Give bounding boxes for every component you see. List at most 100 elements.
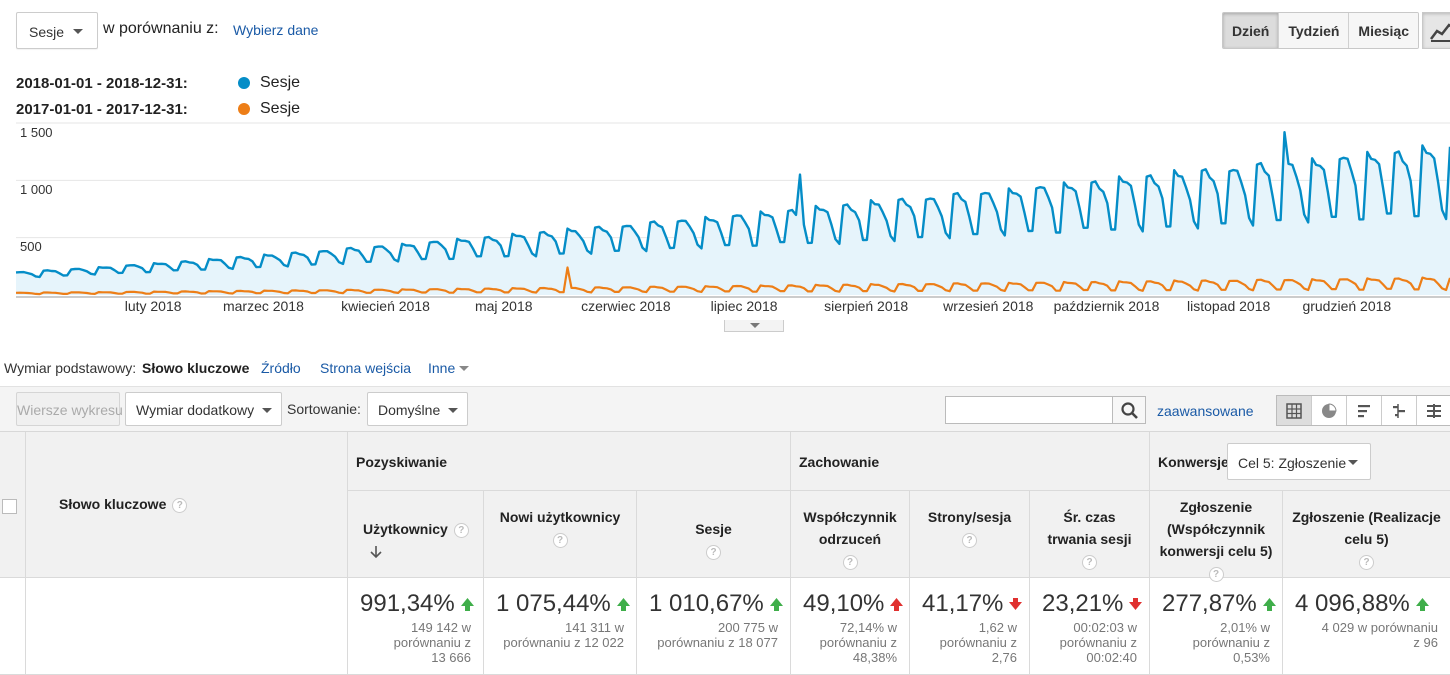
column-header-label: Strony/sesja (927, 509, 1012, 525)
help-icon[interactable]: ? (172, 497, 188, 513)
table-toolbar: Wiersze wykresu Wymiar dodatkowy Sortowa… (0, 386, 1450, 432)
comparison-detail-line: z 96 (1413, 635, 1438, 650)
table-view-icon (1286, 402, 1302, 419)
table-search-input[interactable] (945, 396, 1113, 424)
dimension-keyword[interactable]: Słowo kluczowe (142, 360, 249, 376)
comparison-detail: 2,01% w porównaniu z 0,53% (1193, 620, 1270, 665)
chart-type-button[interactable] (1422, 12, 1450, 49)
compare-label: w porównaniu z: (103, 20, 219, 37)
help-icon[interactable]: ? (1359, 554, 1374, 570)
column-header-new-users[interactable]: Nowi użytkownicy? (484, 491, 637, 578)
chevron-down-icon (459, 366, 470, 371)
comparison-detail-line: porównaniu z 18 077 (657, 635, 778, 650)
period-month-button[interactable]: Miesiąc (1349, 13, 1419, 48)
sort-arrow-down-icon[interactable] (369, 545, 383, 559)
comparison-detail: 141 311 w porównaniu z 12 022 (503, 620, 624, 650)
column-header-goal5-completions[interactable]: Zgłoszenie (Realizacje celu 5)? (1283, 491, 1450, 578)
conversion-goal-select[interactable]: Cel 5: Zgłoszenie (1227, 443, 1371, 480)
change-percent: 23,21% (1042, 590, 1143, 618)
table-view-button[interactable] (1277, 396, 1312, 425)
pivot-view-button[interactable] (1417, 396, 1450, 425)
behavior-group-header: Zachowanie (791, 432, 1150, 491)
arrow-down-icon (1009, 598, 1023, 611)
period-week-button[interactable]: Tydzień (1279, 13, 1350, 48)
y-tick-500: 500 (20, 239, 42, 254)
legend-item-2018[interactable]: 2018-01-01 - 2018-12-31: Sesje (16, 70, 300, 96)
period-day-button[interactable]: Dzień (1223, 13, 1280, 48)
help-icon[interactable]: ? (1082, 554, 1097, 570)
legend-range: 2017-01-01 - 2017-12-31: (16, 100, 188, 118)
sessions-chart: 1 500 1 000 500 luty 2018 marzec 2018 kwie… (0, 118, 1450, 333)
column-header-title: Strony/sesja? (910, 506, 1029, 550)
help-icon[interactable]: ? (552, 532, 568, 548)
column-header-avg-session-duration[interactable]: Śr. czas trwania sesji? (1030, 491, 1150, 578)
legend-name: Sesje (260, 74, 301, 91)
help-icon[interactable]: ? (706, 544, 721, 560)
chart-legend: 2018-01-01 - 2018-12-31: Sesje 2017-01-0… (16, 70, 300, 122)
arrow-up-icon (460, 598, 474, 612)
advanced-filter-link[interactable]: zaawansowane (1157, 403, 1254, 419)
column-header-sessions[interactable]: Sesje? (637, 491, 791, 578)
comparison-view-icon (1393, 403, 1405, 418)
column-header-goal5-conversion-rate[interactable]: Zgłoszenie (Współczynnik konwersji celu … (1150, 491, 1283, 582)
change-percent: 1 075,44% (496, 590, 630, 618)
search-button[interactable] (1112, 396, 1146, 424)
sort-select[interactable]: Domyślne (367, 392, 468, 426)
secondary-dimension-label: Wymiar dodatkowy (136, 402, 255, 418)
help-icon[interactable]: ? (842, 554, 858, 570)
secondary-dimension-select[interactable]: Wymiar dodatkowy (125, 392, 282, 426)
arrow-up-icon (1262, 598, 1276, 612)
search-icon (1121, 402, 1138, 419)
select-all-checkbox[interactable] (2, 499, 17, 514)
column-header-label: Współczynnik odrzuceń (803, 509, 897, 547)
column-header-title: Śr. czas trwania sesji? (1030, 506, 1149, 572)
help-icon[interactable]: ? (453, 522, 469, 538)
acquisition-group-header: Pozyskiwanie (348, 432, 791, 491)
pie-view-icon (1322, 402, 1337, 418)
bar-view-button[interactable] (1347, 396, 1382, 425)
plot-rows-button[interactable]: Wiersze wykresu (16, 392, 123, 426)
legend-name: Sesje (260, 100, 301, 117)
help-icon[interactable]: ? (962, 532, 977, 548)
column-header-label: Zgłoszenie (Współczynnik konwersji celu … (1159, 499, 1273, 559)
series-area-2018 (16, 132, 1450, 295)
dimension-landing-page[interactable]: Strona wejścia (320, 360, 411, 376)
keyword-header-text: Słowo kluczowe? (59, 496, 188, 513)
comparison-detail-line: 200 775 w (718, 620, 778, 635)
column-header-bounce-rate[interactable]: Współczynnik odrzuceń? (791, 491, 910, 578)
pivot-view-icon (1427, 403, 1441, 418)
metric-select[interactable]: Sesje (16, 12, 98, 49)
dimension-source[interactable]: Źródło (261, 360, 301, 376)
column-header-label: Użytkownicy (363, 521, 448, 537)
comparison-detail-line: 00:02:03 w (1073, 620, 1137, 635)
dimension-other-label: Inne (428, 360, 456, 376)
y-tick-1500: 1 500 (20, 125, 53, 140)
dimension-other[interactable]: Inne (428, 360, 470, 376)
primary-dimension-bar: Wymiar podstawowy: Słowo kluczowe Źródło… (0, 358, 1450, 378)
sort-label: Sortowanie: (287, 401, 361, 417)
keyword-header[interactable]: Słowo kluczowe? (26, 432, 348, 578)
x-tick-label: wrzesień 2018 (943, 298, 1034, 314)
chart-expand-handle[interactable] (724, 320, 784, 332)
change-percent: 1 010,67% (649, 590, 783, 618)
x-tick-label: luty 2018 (124, 298, 182, 314)
legend-range: 2018-01-01 - 2018-12-31: (16, 74, 188, 92)
pie-view-button[interactable] (1312, 396, 1347, 425)
comparison-view-button[interactable] (1382, 396, 1417, 425)
column-header-users[interactable]: Użytkownicy? (348, 491, 484, 578)
chevron-down-icon (750, 323, 760, 328)
metric-select-value: Sesje (29, 24, 65, 40)
comparison-detail: 149 142 w porównaniu z 13 666 (394, 620, 471, 665)
column-header-title: Zgłoszenie (Współczynnik konwersji celu … (1150, 496, 1282, 584)
comparison-detail-line: porównaniu z 12 022 (503, 635, 624, 650)
comparison-detail: 00:02:03 w porównaniu z 00:02:40 (1060, 620, 1137, 665)
comparison-detail-line: 00:02:40 (1086, 650, 1137, 665)
chevron-down-icon (1348, 460, 1358, 465)
select-all-cell (0, 432, 26, 578)
choose-data-link[interactable]: Wybierz dane (233, 22, 318, 38)
column-header-title: Współczynnik odrzuceń? (791, 506, 909, 572)
total-cell-bounce-rate: 49,10% 72,14% w porównaniu z 48,38% (791, 578, 910, 675)
column-header-title: Zgłoszenie (Realizacje celu 5)? (1283, 506, 1450, 572)
column-header-title: Użytkownicy? (355, 518, 483, 562)
column-header-pages-per-session[interactable]: Strony/sesja? (910, 491, 1030, 578)
